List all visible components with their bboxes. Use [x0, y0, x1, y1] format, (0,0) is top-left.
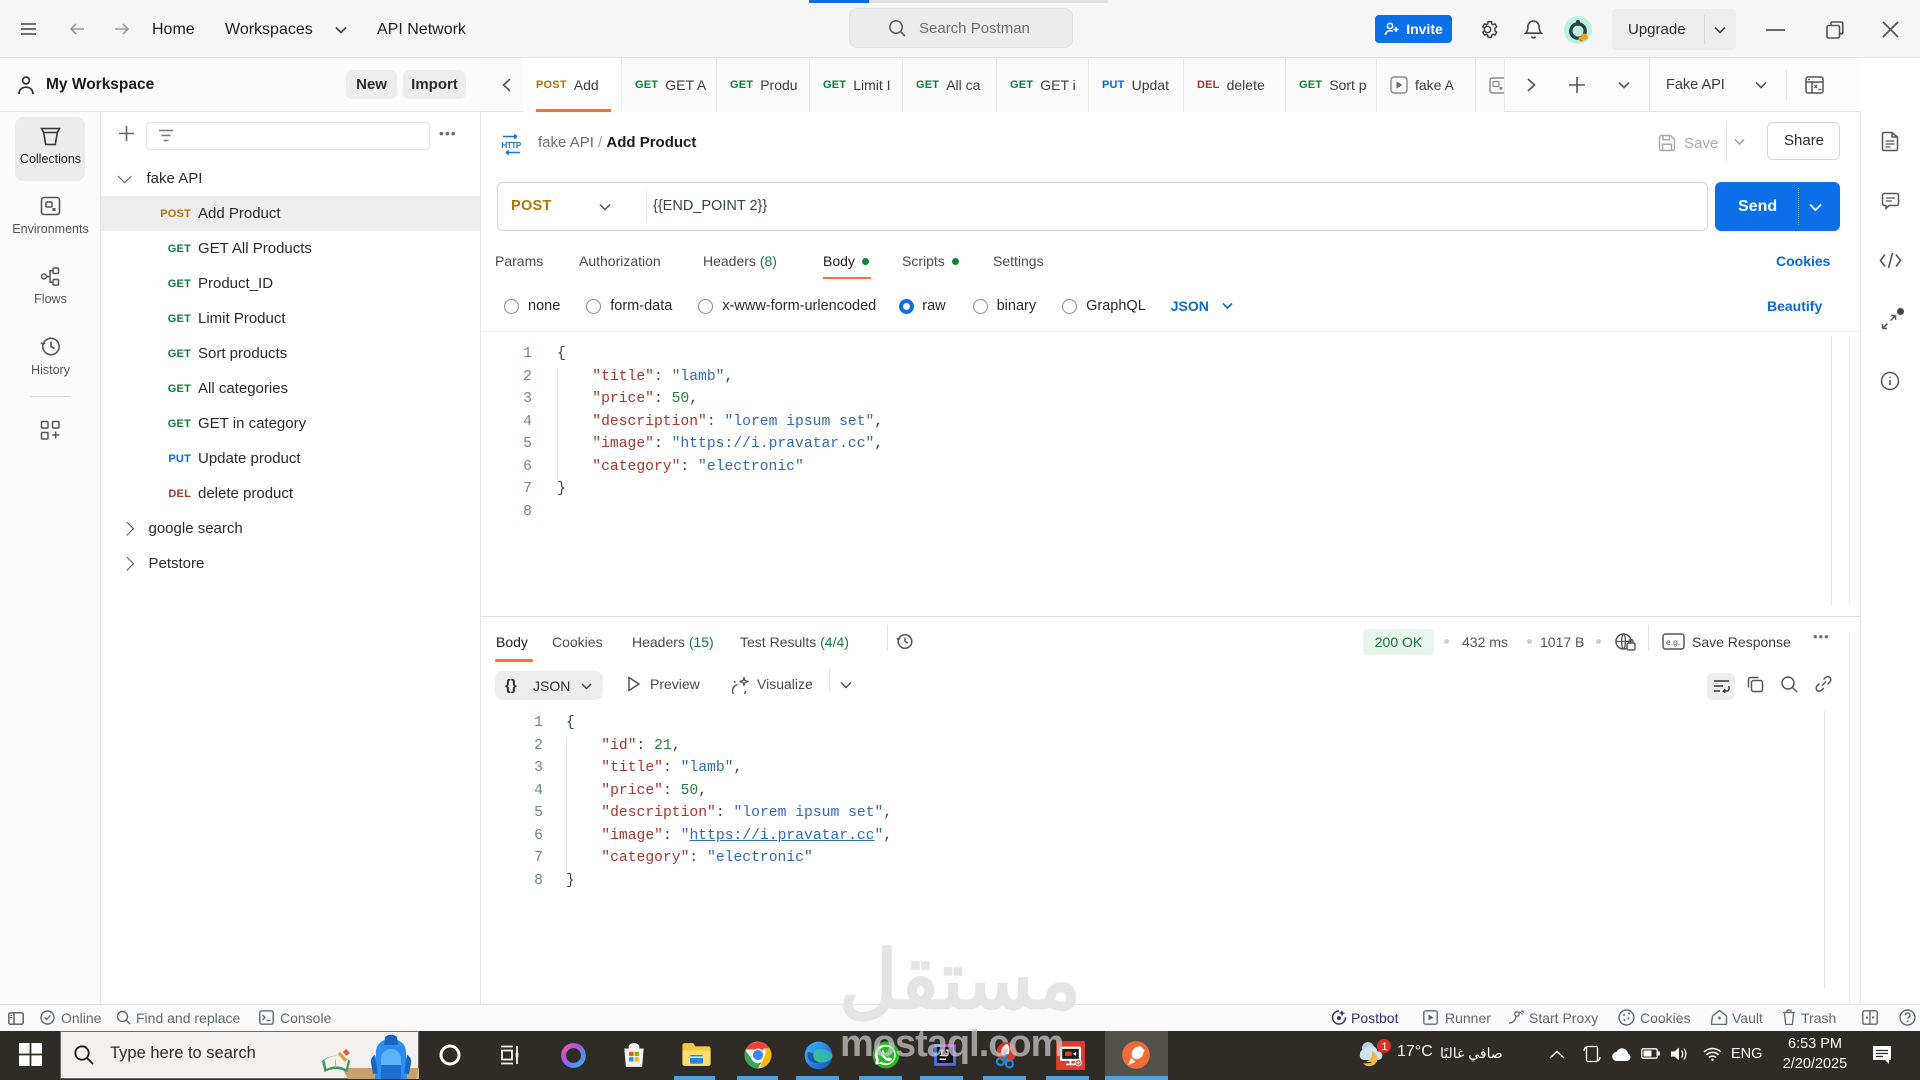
- svg-text:HTTP: HTTP: [502, 141, 522, 150]
- svg-text:1: 1: [1382, 1041, 1388, 1053]
- svg-text:e.g.: e.g.: [1666, 637, 1680, 647]
